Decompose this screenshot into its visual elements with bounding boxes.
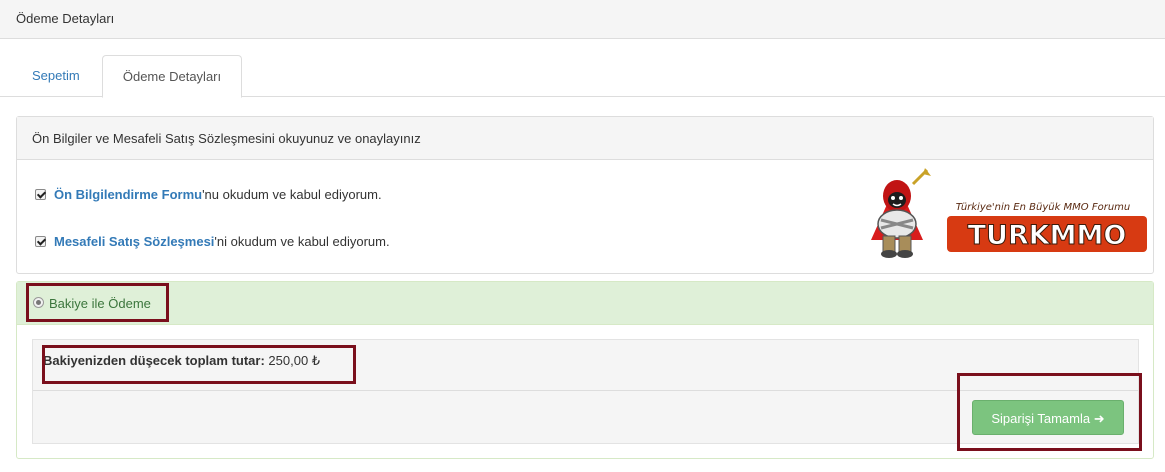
tab-sepetim[interactable]: Sepetim xyxy=(17,55,95,97)
highlight-box xyxy=(42,345,356,384)
logo-brand-text: TURKMMO xyxy=(968,220,1127,251)
contract-link[interactable]: Mesafeli Satış Sözleşmesi xyxy=(54,234,214,249)
logo-brand: TURKMMO xyxy=(947,216,1147,252)
preinfo-form-link[interactable]: Ön Bilgilendirme Formu xyxy=(54,187,202,202)
contract-text: 'ni okudum ve kabul ediyorum. xyxy=(214,234,390,249)
highlight-box xyxy=(26,283,169,322)
turkmmo-logo: Türkiye'nin En Büyük MMO Forumu TURKMMO xyxy=(871,168,1147,258)
page-title: Ödeme Detayları xyxy=(16,11,115,26)
agreement-heading: Ön Bilgiler ve Mesafeli Satış Sözleşmesi… xyxy=(17,117,1153,160)
contract-checkbox[interactable] xyxy=(35,236,46,247)
balance-payment-heading: Bakiye ile Ödeme xyxy=(17,282,1153,325)
balance-payment-panel: Bakiye ile Ödeme Bakiyenizden düşecek to… xyxy=(16,281,1154,459)
contract-checkbox-row: Mesafeli Satış Sözleşmesi 'ni okudum ve … xyxy=(35,234,390,249)
preinfo-checkbox[interactable] xyxy=(35,189,46,200)
tab-odeme-detaylari[interactable]: Ödeme Detayları xyxy=(102,55,242,98)
preinfo-text: 'nu okudum ve kabul ediyorum. xyxy=(202,187,382,202)
logo-tagline: Türkiye'nin En Büyük MMO Forumu xyxy=(956,202,1131,213)
mascot-icon xyxy=(871,168,931,258)
tab-bar: Sepetim Ödeme Detayları xyxy=(0,55,1165,98)
preinfo-checkbox-row: Ön Bilgilendirme Formu 'nu okudum ve kab… xyxy=(35,187,382,202)
agreement-panel: Ön Bilgiler ve Mesafeli Satış Sözleşmesi… xyxy=(16,116,1154,274)
page-header: Ödeme Detayları xyxy=(0,0,1165,39)
complete-order-button[interactable]: Siparişi Tamamla ➜ xyxy=(972,400,1124,435)
